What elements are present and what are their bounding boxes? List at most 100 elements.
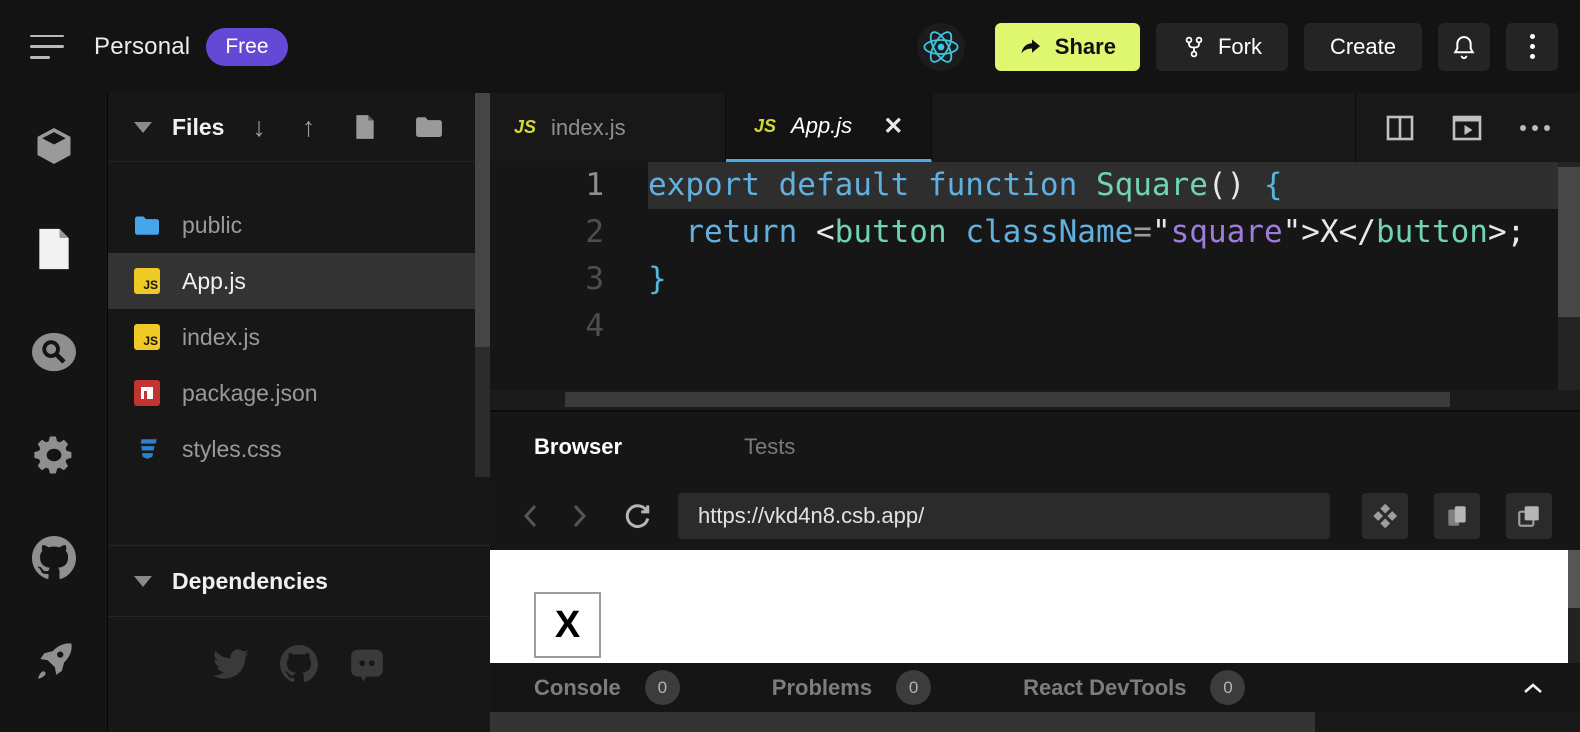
files-panel-header: Files ↓ ↑ xyxy=(108,93,490,162)
copy-windows-icon[interactable] xyxy=(1434,493,1480,539)
menu-icon[interactable] xyxy=(30,35,64,59)
count-badge: 0 xyxy=(645,670,680,705)
refresh-icon[interactable] xyxy=(622,501,652,531)
split-view-icon[interactable] xyxy=(1386,115,1414,141)
console-tab[interactable]: Console 0 xyxy=(534,670,680,705)
codesandbox-app: Personal Free Share Fork Create xyxy=(0,0,1580,732)
code-content: return <button className="square">X</but… xyxy=(648,209,1558,256)
file-row-packagejson[interactable]: package.json xyxy=(108,365,490,421)
notifications-button[interactable] xyxy=(1438,23,1490,71)
close-tab-icon[interactable]: ✕ xyxy=(883,112,903,141)
sidebar-item-settings[interactable] xyxy=(31,432,77,478)
fork-button[interactable]: Fork xyxy=(1156,23,1288,71)
sidebar-item-files[interactable] xyxy=(31,226,77,272)
tab-indexjs[interactable]: JS index.js xyxy=(490,93,726,162)
github-icon xyxy=(32,536,76,580)
settings-gear-icon xyxy=(32,433,76,477)
code-content: } xyxy=(648,256,1558,303)
share-button[interactable]: Share xyxy=(995,23,1140,71)
kebab-menu-icon xyxy=(1530,34,1535,59)
code-editor[interactable]: 1 export default function Square() { 2 r… xyxy=(490,162,1580,410)
chevron-up-icon[interactable] xyxy=(1522,681,1544,695)
deploy-rocket-icon xyxy=(32,639,76,683)
browser-tab-bar: Browser Tests xyxy=(490,412,1580,482)
twitter-icon[interactable] xyxy=(212,645,250,683)
share-arrow-icon xyxy=(1019,35,1043,59)
files-scrollbar-thumb[interactable] xyxy=(475,93,490,347)
javascript-file-icon: JS xyxy=(134,324,160,350)
code-content xyxy=(648,303,1558,350)
react-template-icon[interactable] xyxy=(917,23,965,71)
preview-row: X xyxy=(490,550,1580,663)
javascript-file-icon: JS xyxy=(514,117,536,138)
sidebar-item-sandbox[interactable] xyxy=(31,123,77,169)
editor-actions xyxy=(1355,93,1580,162)
folder-icon xyxy=(134,212,160,238)
new-file-icon[interactable] xyxy=(353,114,377,140)
editor-horizontal-scrollbar[interactable] xyxy=(490,390,1580,410)
workspace-title[interactable]: Personal xyxy=(94,33,190,61)
tab-browser[interactable]: Browser xyxy=(534,434,622,460)
panel-horizontal-scrollbar[interactable] xyxy=(490,712,1580,732)
sidebar-item-github[interactable] xyxy=(31,535,77,581)
create-button[interactable]: Create xyxy=(1304,23,1422,71)
npm-file-icon xyxy=(134,380,160,406)
preview-window-icon[interactable] xyxy=(1452,115,1482,141)
preview-scrollbar[interactable] xyxy=(1568,550,1580,663)
tab-tests[interactable]: Tests xyxy=(744,434,795,460)
problems-tab[interactable]: Problems 0 xyxy=(772,670,931,705)
activity-bar xyxy=(0,93,108,732)
react-devtools-tab[interactable]: React DevTools 0 xyxy=(1023,670,1245,705)
plan-badge: Free xyxy=(206,28,287,66)
scrollbar-thumb[interactable] xyxy=(565,392,1450,407)
tab-label: App.js xyxy=(791,113,852,139)
bell-icon xyxy=(1450,33,1478,61)
code-content: export default function Square() { xyxy=(648,162,1558,209)
files-scrollbar[interactable] xyxy=(475,93,490,477)
back-icon[interactable] xyxy=(520,501,542,531)
file-row-appjs[interactable]: JS App.js xyxy=(108,253,490,309)
file-row-public[interactable]: public xyxy=(108,197,490,253)
sandbox-cube-icon xyxy=(32,124,76,168)
code-line: 1 export default function Square() { xyxy=(490,162,1580,209)
more-options-button[interactable] xyxy=(1506,23,1558,71)
file-name: index.js xyxy=(182,324,260,351)
editor-vertical-scrollbar[interactable] xyxy=(1558,162,1580,410)
layers-icon[interactable] xyxy=(1506,493,1552,539)
square-button[interactable]: X xyxy=(534,592,601,658)
scrollbar-thumb[interactable] xyxy=(1558,167,1580,317)
file-name: App.js xyxy=(182,268,246,295)
sidebar-item-deploy[interactable] xyxy=(31,638,77,684)
devtools-diamond-icon[interactable] xyxy=(1362,493,1408,539)
file-row-stylescss[interactable]: styles.css xyxy=(108,421,490,477)
share-button-label: Share xyxy=(1055,34,1116,60)
file-list: public JS App.js JS index.js package.jso… xyxy=(108,162,490,477)
workbench: JS index.js JS App.js ✕ xyxy=(490,93,1580,732)
fork-icon xyxy=(1182,35,1206,59)
browser-panel: Browser Tests xyxy=(490,410,1580,732)
css-file-icon xyxy=(134,436,160,462)
download-icon[interactable]: ↓ xyxy=(252,114,266,141)
dependencies-header[interactable]: Dependencies xyxy=(108,545,490,617)
url-input[interactable] xyxy=(678,493,1330,539)
scrollbar-thumb[interactable] xyxy=(1568,550,1580,608)
file-row-indexjs[interactable]: JS index.js xyxy=(108,309,490,365)
more-ellipsis-icon[interactable] xyxy=(1520,125,1550,131)
line-number: 2 xyxy=(490,209,648,256)
count-badge: 0 xyxy=(896,670,931,705)
github-icon[interactable] xyxy=(280,645,318,683)
new-folder-icon[interactable] xyxy=(415,115,443,139)
tab-appjs[interactable]: JS App.js ✕ xyxy=(726,93,932,162)
social-links xyxy=(108,645,490,683)
top-header: Personal Free Share Fork Create xyxy=(0,0,1580,93)
scrollbar-thumb[interactable] xyxy=(490,712,1315,732)
sidebar-item-search[interactable] xyxy=(31,329,77,375)
devtools-statusbar: Console 0 Problems 0 React DevTools 0 xyxy=(490,663,1580,712)
forward-icon[interactable] xyxy=(568,501,590,531)
file-icon xyxy=(34,227,74,271)
chevron-down-icon[interactable] xyxy=(134,122,152,133)
upload-icon[interactable]: ↑ xyxy=(302,114,316,141)
discord-icon[interactable] xyxy=(348,645,386,683)
create-button-label: Create xyxy=(1330,34,1396,60)
javascript-file-icon: JS xyxy=(754,116,776,137)
